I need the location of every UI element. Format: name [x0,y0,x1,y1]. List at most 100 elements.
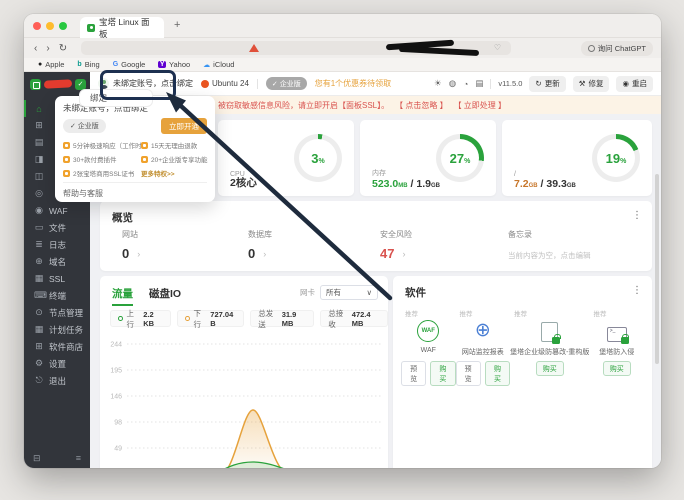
buy-button[interactable]: 购买 [602,361,631,376]
refund-icon [141,141,148,149]
help-support-link[interactable]: 帮助与客服 [63,188,103,199]
scrollbar[interactable] [655,174,659,364]
traffic-card: 流量 磁盘IO 网卡 所有 ∨ 上行 2.2 KB 下行 727.04 B 总发送 31… [100,276,388,468]
ask-chatgpt-button[interactable]: 询问 ChatGPT [580,40,653,56]
new-tab-button[interactable]: + [174,19,180,31]
bookmark-google[interactable]: G Google [113,60,146,69]
browser-tab[interactable]: 宝塔 Linux 面板 [80,16,164,39]
language-icon[interactable]: ◍ [449,78,456,89]
sidebar-item-terminal[interactable]: ⌨ 终端 [24,287,90,304]
monitor-icon: ◫ [34,171,44,181]
overview-sites[interactable]: 网站 0 › [122,229,140,261]
repair-button[interactable]: ⚒ 修复 [572,75,610,92]
software-item-anti-intrusion[interactable]: 推荐 >_ 堡塔防入侵 购买 [589,308,644,386]
home-icon: ⌂ [36,103,42,114]
zoom-window-button[interactable] [59,22,67,30]
preview-button[interactable]: 预览 [401,361,427,386]
sidebar-item-logs[interactable]: ≣ 日志 [24,236,90,253]
sidebar-item-settings[interactable]: ⚙ 设置 [24,355,90,372]
bookmark-bing[interactable]: b Bing [77,60,99,69]
panel-logo-icon [30,78,41,90]
sidebar-item-appstore[interactable]: ⊞ 软件商店 [24,338,90,355]
kebab-menu-icon[interactable]: ⋮ [632,285,642,296]
os-label: Ubuntu 24 [201,79,249,88]
buy-button[interactable]: 购买 [484,361,511,386]
close-window-button[interactable] [33,22,41,30]
hamburger-menu-icon[interactable]: ≡ [76,453,81,464]
sidebar-item-ssl[interactable]: ▦ SSL [24,270,90,287]
more-privileges-link[interactable]: 更多特权>> [141,168,209,178]
ignore-link[interactable]: 【 点击忽略 】 [395,100,447,111]
minimize-window-button[interactable] [46,22,54,30]
memo-placeholder: 当前内容为空，点击编辑 [508,251,591,260]
brightness-icon[interactable]: ☀ [434,78,442,89]
sidebar-item-waf[interactable]: ◉ WAF [24,202,90,219]
edition-badge[interactable]: ✓ 企业版 [265,77,307,90]
buy-button[interactable]: 购买 [430,361,456,386]
terminal-lock-icon: >_ [606,327,630,344]
overview-title: 概览 [112,212,133,224]
sites-icon: ⊞ [35,120,43,130]
stat-downstream: 下行 727.04 B [176,309,245,329]
tab-traffic[interactable]: 流量 [112,286,133,306]
restart-button[interactable]: ◉ 重启 [616,75,653,92]
browser-toolbar: ‹ › ↻ ♡ 询问 ChatGPT [24,38,661,58]
chevron-right-icon: › [402,248,406,259]
overview-memo[interactable]: 备忘录 当前内容为空，点击编辑 [508,229,591,261]
nic-select[interactable]: 所有 ∨ [320,285,378,300]
cpu-card[interactable]: CPU 2核心 3% [218,120,354,196]
feature-icon [141,155,148,163]
nic-label: 网卡 [300,288,315,297]
sidebar-item-cron[interactable]: ▦ 计划任务 [24,321,90,338]
coupon-link[interactable]: 您有1个优惠券待领取 [315,78,391,89]
stat-upstream: 上行 2.2 KB [110,309,171,329]
software-item-tamper-proof[interactable]: 推荐 堡塔企业级防篡改-重构版 购买 [510,308,589,386]
software-title: 软件 [405,287,426,299]
lock-icon [620,334,630,344]
sidebar-item-nodes[interactable]: ⊙ 节点管理 [24,304,90,321]
software-item-monitor-report[interactable]: 推荐 ⊕ 网站监控报表 预览 购买 [455,308,511,386]
overview-databases[interactable]: 数据库 0 › [248,229,272,261]
wrench-icon: ⚒ [578,79,586,88]
traffic-lights[interactable] [33,22,67,30]
sidebar-item-domains[interactable]: ⊕ 域名 [24,253,90,270]
buy-button[interactable]: 购买 [535,361,564,376]
ytick: 244 [110,342,122,349]
server-settings-icon[interactable]: ✓ [75,78,86,90]
software-item-waf[interactable]: 推荐 WAF WAF 预览 购买 [401,308,456,386]
notification-icon[interactable]: ◔ [463,79,468,89]
stat-total-received: 总接收 472.4 MB [320,309,388,329]
back-button[interactable]: ‹ [34,43,37,54]
kebab-menu-icon[interactable]: ⋮ [632,210,642,221]
memory-card[interactable]: 内存 523.0MB / 1.9GB 27% [360,120,496,196]
ssl-icon: ▦ [34,273,44,283]
certificate-icon [63,169,70,177]
preview-button[interactable]: 预览 [455,361,481,386]
update-button[interactable]: ↻ 更新 [529,75,566,92]
tab-title: 宝塔 Linux 面板 [99,16,150,39]
security-icon: ◎ [35,188,43,198]
activate-now-button[interactable]: 立即开通 [161,118,207,134]
bookmark-apple[interactable]: ● Apple [38,60,64,69]
address-bar[interactable]: ♡ [81,39,512,57]
folder-icon: ▭ [34,222,44,232]
collapse-sidebar-icon[interactable]: ⊟ [33,453,41,464]
cpu-ring-gauge: 3% [294,134,342,182]
bookmark-icloud[interactable]: ☁ iCloud [203,60,234,69]
plugin-icon [63,155,70,163]
disk-card[interactable]: / 7.2GB / 39.3GB 19% [502,120,652,196]
sidebar-item-logout[interactable]: ⎋ 退出 [24,372,90,389]
reload-button[interactable]: ↻ [59,43,67,54]
tab-disk-io[interactable]: 磁盘IO [149,286,181,306]
account-dropdown: 未绑定账号，点击绑定 绑定 ✓ 企业版 立即开通 5分钟极速响应（工作时间） 1… [55,89,215,202]
forward-button[interactable]: › [46,43,49,54]
ytick: 49 [114,446,122,453]
log-icon: ≣ [35,239,43,249]
sidebar-item-files[interactable]: ▭ 文件 [24,219,90,236]
refresh-icon: ↻ [535,79,542,88]
ubuntu-icon [201,79,209,88]
overview-security-risks[interactable]: 安全风险 47 › [380,229,412,261]
notes-icon[interactable]: ▤ [475,78,483,89]
bookmark-yahoo[interactable]: Y Yahoo [158,60,190,69]
handle-now-link[interactable]: 【 立即处理 】 [454,100,506,111]
